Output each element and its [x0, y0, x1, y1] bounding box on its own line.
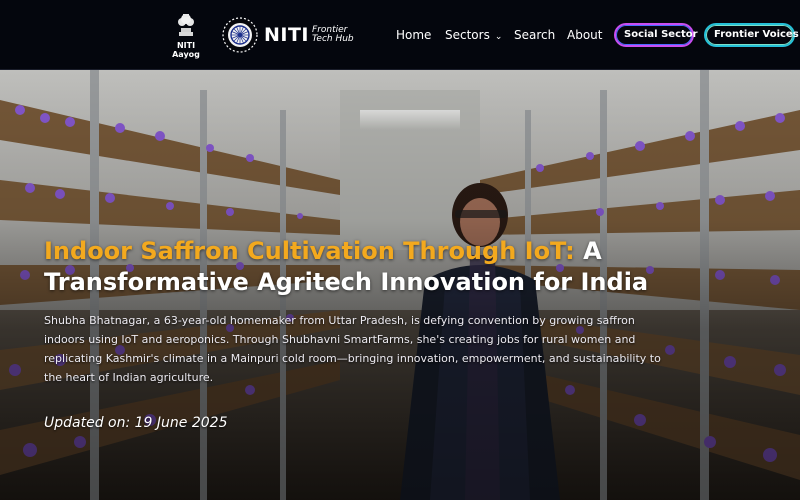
- nav-about[interactable]: About: [567, 28, 602, 42]
- org-name: NITI Aayog: [172, 41, 200, 59]
- chevron-down-icon: ⌄: [494, 32, 503, 42]
- niti-frontier-tech-hub-logo[interactable]: NITI Frontier Tech Hub: [222, 17, 354, 53]
- frontier-voices-button[interactable]: Frontier Voices: [704, 23, 799, 47]
- article-summary: Shubha Bhatnagar, a 63-year-old homemake…: [44, 314, 661, 384]
- ashoka-chakra-icon: [222, 17, 258, 53]
- page-title: Indoor Saffron Cultivation Through IoT: …: [44, 236, 664, 298]
- updated-date: Updated on: 19 June 2025: [44, 415, 228, 431]
- site-header: NITI Aayog NITI Frontier Tech Hub Home S…: [0, 0, 800, 70]
- nav-sectors[interactable]: Sectors ⌄: [445, 28, 502, 42]
- national-emblem-icon: [178, 14, 194, 36]
- hero-banner: Indoor Saffron Cultivation Through IoT: …: [0, 70, 800, 500]
- niti-aayog-logo[interactable]: NITI Aayog: [163, 10, 209, 59]
- nav-search[interactable]: Search: [514, 28, 555, 42]
- brand-main-text: NITI: [264, 24, 310, 46]
- page-title-accent: Indoor Saffron Cultivation Through IoT:: [44, 237, 575, 265]
- nav-sectors-label: Sectors: [445, 28, 490, 42]
- nav-home[interactable]: Home: [396, 28, 431, 42]
- brand-sub-text: Frontier Tech Hub: [312, 26, 354, 44]
- social-sector-button[interactable]: Social Sector: [614, 23, 698, 47]
- brand-sub-line2: Tech Hub: [312, 34, 354, 44]
